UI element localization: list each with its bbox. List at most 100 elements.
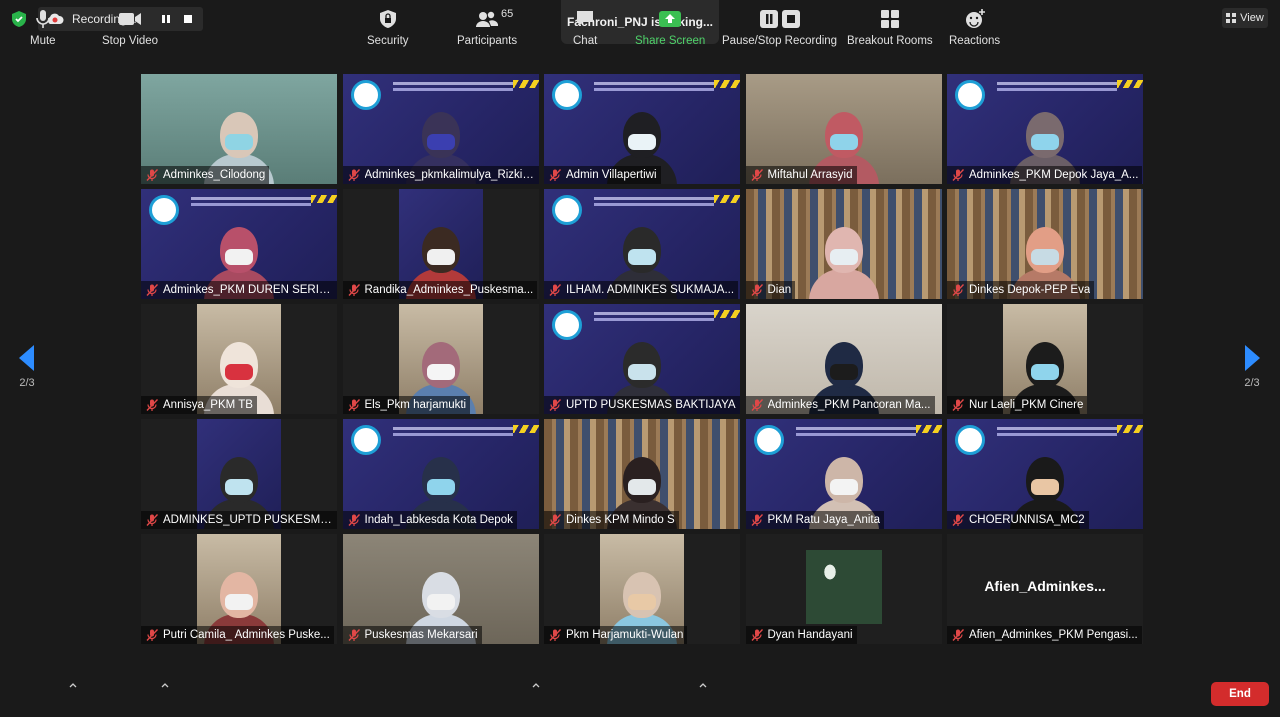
participant-tile[interactable]: Indah_Labkesda Kota Depok: [342, 419, 539, 529]
participant-name: Putri Camila_ Adminkes Puske...: [163, 629, 330, 641]
muted-microphone-icon: [952, 284, 965, 296]
participants-button[interactable]: 65 Participants: [457, 8, 517, 47]
participant-name-bar: Annisya_PKM TB: [141, 396, 257, 414]
participant-name-bar: Putri Camila_ Adminkes Puske...: [141, 626, 334, 644]
video-gallery-grid: Adminkes_Cilodong Adminkes_pkmkalimulya_R…: [141, 74, 1143, 644]
muted-microphone-icon: [549, 284, 562, 296]
participant-name-bar: Adminkes_pkmkalimulya_Rizki ...: [342, 166, 539, 184]
participant-name: Puskesmas Mekarsari: [364, 629, 478, 641]
participant-tile[interactable]: ILHAM. ADMINKES SUKMAJA...: [544, 189, 740, 299]
muted-microphone-icon: [750, 399, 763, 411]
muted-microphone-icon: [347, 284, 360, 296]
reactions-label: Reactions: [949, 35, 1001, 47]
participant-tile[interactable]: Dyan Handayani: [745, 534, 942, 644]
participant-tile[interactable]: Adminkes_pkmkalimulya_Rizki ...: [342, 74, 539, 184]
stop-icon: [184, 15, 192, 23]
participants-icon: [476, 11, 499, 27]
participant-tile[interactable]: Adminkes_PKM Pancoran Ma...: [745, 304, 942, 414]
participant-tile[interactable]: Pkm Harjamukti-Wulan: [544, 534, 740, 644]
reactions-button[interactable]: Reactions: [949, 8, 1000, 47]
participant-name: Miftahul Arrasyid: [767, 169, 853, 181]
participant-tile[interactable]: Nur Laeli_PKM Cinere: [947, 304, 1143, 414]
participant-tile[interactable]: Adminkes_PKM Depok Jaya_A...: [947, 74, 1143, 184]
participant-tile[interactable]: Puskesmas Mekarsari: [342, 534, 539, 644]
participant-name-bar: Adminkes_PKM DUREN SERIBU: [141, 281, 337, 299]
participants-options-chevron-icon[interactable]: [532, 682, 540, 688]
pause-stop-recording-icon: [759, 10, 800, 28]
mute-button[interactable]: Mute: [30, 8, 56, 47]
participant-tile[interactable]: Putri Camila_ Adminkes Puske...: [141, 534, 337, 644]
stop-video-button[interactable]: Stop Video: [102, 8, 158, 47]
participant-tile[interactable]: UPTD PUSKESMAS BAKTIJAYA: [544, 304, 740, 414]
participant-tile[interactable]: Dian: [745, 189, 942, 299]
participant-name-bar: PKM Ratu Jaya_Anita: [745, 511, 885, 529]
participant-name-bar: ILHAM. ADMINKES SUKMAJA...: [544, 281, 739, 299]
next-page-button[interactable]: 2/3: [1238, 345, 1266, 389]
share-screen-button[interactable]: Share Screen: [635, 8, 705, 47]
participant-name: Pkm Harjamukti-Wulan: [566, 629, 684, 641]
participant-tile[interactable]: Dinkes KPM Mindo S: [544, 419, 740, 529]
participant-name: Afien_Adminkes_PKM Pengasi...: [969, 629, 1138, 641]
video-options-chevron-icon[interactable]: [161, 682, 169, 688]
participant-name-bar: Randika_Adminkes_Puskesma...: [342, 281, 538, 299]
participant-tile[interactable]: Afien_Adminkes... Afien_Adminkes_PKM Peng…: [947, 534, 1143, 644]
breakout-rooms-button[interactable]: Breakout Rooms: [847, 8, 933, 47]
participant-tile[interactable]: PKM Ratu Jaya_Anita: [745, 419, 942, 529]
participant-name: Dian: [767, 284, 792, 296]
participant-name-bar: Els_Pkm harjamukti: [342, 396, 471, 414]
share-screen-icon: [659, 11, 682, 27]
end-meeting-button[interactable]: End: [1211, 682, 1269, 706]
muted-microphone-icon: [347, 399, 360, 411]
microphone-icon: [35, 10, 50, 28]
participant-tile[interactable]: Els_Pkm harjamukti: [342, 304, 539, 414]
muted-microphone-icon: [146, 169, 159, 181]
muted-microphone-icon: [347, 514, 360, 526]
participant-tile[interactable]: ADMINKES_UPTD PUSKESMA...: [141, 419, 337, 529]
pause-stop-recording-button[interactable]: Pause/Stop Recording: [722, 8, 837, 47]
stop-recording-button[interactable]: [177, 8, 199, 30]
pause-recording-button[interactable]: [155, 8, 177, 30]
chat-label: Chat: [573, 35, 598, 47]
participant-name-bar: Dinkes Depok-PEP Eva: [947, 281, 1095, 299]
muted-microphone-icon: [146, 284, 159, 296]
view-button[interactable]: View: [1222, 8, 1268, 28]
security-shield-icon[interactable]: [10, 10, 28, 28]
participant-tile[interactable]: Adminkes_Cilodong: [141, 74, 337, 184]
participant-tile[interactable]: Annisya_PKM TB: [141, 304, 337, 414]
security-button[interactable]: Security: [367, 8, 409, 47]
previous-page-button[interactable]: 2/3: [13, 345, 41, 389]
chat-button[interactable]: Chat: [573, 8, 597, 47]
participant-silhouette: [808, 221, 879, 299]
share-options-chevron-icon[interactable]: [699, 682, 707, 688]
participant-tile[interactable]: Dinkes Depok-PEP Eva: [947, 189, 1143, 299]
participant-count: 65: [501, 8, 514, 20]
participant-name: Randika_Adminkes_Puskesma...: [364, 284, 534, 296]
participant-name: Adminkes_PKM DUREN SERIBU: [163, 284, 333, 296]
participant-name-bar: Nur Laeli_PKM Cinere: [947, 396, 1088, 414]
participant-tile[interactable]: CHOERUNNISA_MC2: [947, 419, 1143, 529]
pause-stop-recording-label: Pause/Stop Recording: [722, 35, 838, 47]
participant-name-bar: Admin Villapertiwi: [544, 166, 661, 184]
muted-microphone-icon: [750, 629, 763, 641]
participant-name: Dinkes KPM Mindo S: [566, 514, 675, 526]
meeting-toolbar: [0, 664, 1280, 717]
participant-tile[interactable]: Adminkes_PKM DUREN SERIBU: [141, 189, 337, 299]
audio-options-chevron-icon[interactable]: [69, 682, 77, 688]
participant-name: CHOERUNNISA_MC2: [969, 514, 1085, 526]
participant-tile[interactable]: Miftahul Arrasyid: [745, 74, 942, 184]
participant-name-bar: Dinkes KPM Mindo S: [544, 511, 679, 529]
muted-microphone-icon: [146, 399, 159, 411]
breakout-rooms-icon: [880, 10, 899, 28]
video-camera-icon: [119, 13, 142, 25]
muted-microphone-icon: [549, 399, 562, 411]
stop-video-label: Stop Video: [102, 35, 159, 47]
view-label: View: [1240, 12, 1264, 24]
share-screen-label: Share Screen: [635, 35, 706, 47]
pause-icon: [162, 15, 170, 23]
muted-microphone-icon: [146, 514, 159, 526]
participant-name: Admin Villapertiwi: [566, 169, 657, 181]
muted-microphone-icon: [549, 514, 562, 526]
participant-tile[interactable]: Randika_Adminkes_Puskesma...: [342, 189, 539, 299]
participant-tile[interactable]: Admin Villapertiwi: [544, 74, 740, 184]
participant-name: ILHAM. ADMINKES SUKMAJA...: [566, 284, 735, 296]
